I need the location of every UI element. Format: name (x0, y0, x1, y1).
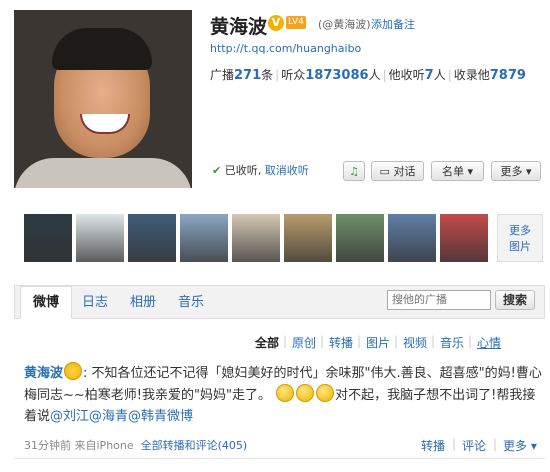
verified-badge-icon: V (268, 15, 284, 31)
photo-thumb[interactable] (440, 214, 488, 262)
following-count[interactable]: 7 (425, 68, 434, 83)
photo-thumb[interactable] (284, 214, 332, 262)
repost-link[interactable]: 转播 (421, 437, 445, 454)
search-button[interactable]: 搜索 (495, 290, 535, 310)
photo-thumb[interactable] (24, 214, 72, 262)
check-icon: ✔ (212, 164, 222, 177)
photo-thumb[interactable] (336, 214, 384, 262)
filter-video[interactable]: 视频 (403, 334, 427, 351)
emoticon-icon (316, 384, 335, 402)
mention-link[interactable]: @海青 (89, 409, 128, 424)
headphones-icon: ♫ (349, 165, 359, 178)
more-button[interactable]: 更多 ▾ (491, 161, 541, 181)
filter-mood[interactable]: 心情 (477, 334, 501, 351)
photo-thumb[interactable] (388, 214, 436, 262)
listeners-count[interactable]: 1873086 (305, 68, 368, 83)
filter-original[interactable]: 原创 (292, 334, 316, 351)
list-button[interactable]: 名单 ▾ (431, 161, 484, 181)
chevron-down-icon: ▾ (525, 165, 532, 178)
level-badge: LV4 (286, 16, 306, 29)
post-time[interactable]: 31分钟前 (24, 439, 71, 452)
tab-blog[interactable]: 日志 (82, 291, 108, 310)
chevron-down-icon: ▾ (467, 165, 474, 178)
broadcast-count[interactable]: 271 (234, 68, 261, 83)
post-author[interactable]: 黄海波 (24, 366, 63, 381)
chat-icon: ▭ (379, 165, 390, 178)
more-photos-button[interactable]: 更多 图片 (497, 214, 543, 262)
divider (14, 458, 545, 459)
photo-thumb[interactable] (128, 214, 176, 262)
search-input[interactable] (387, 290, 491, 310)
chat-button[interactable]: ▭ 对话 (371, 161, 424, 181)
filter-music[interactable]: 音乐 (440, 334, 464, 351)
post-source: 来自iPhone (74, 439, 134, 452)
emoticon-icon (296, 384, 315, 402)
filter-all[interactable]: 全部 (255, 334, 279, 351)
follow-status: ✔ 已收听, 取消收听 (212, 164, 309, 177)
all-comments-link[interactable]: 全部转播和评论(405) (141, 439, 248, 452)
headphones-button[interactable]: ♫ (343, 161, 365, 181)
verified-icon (64, 362, 83, 380)
photo-thumb[interactable] (180, 214, 228, 262)
tab-album[interactable]: 相册 (130, 291, 156, 310)
filter-repost[interactable]: 转播 (329, 334, 353, 351)
mention-link[interactable]: @刘江 (50, 409, 89, 424)
photo-thumb[interactable] (76, 214, 124, 262)
post-more-menu[interactable]: 更多 ▾ (503, 437, 537, 454)
filter-pictures[interactable]: 图片 (366, 334, 390, 351)
post-meta: 31分钟前 来自iPhone 全部转播和评论(405) (24, 437, 247, 453)
mention-link[interactable]: @韩青微博 (128, 409, 193, 424)
photo-thumb[interactable] (232, 214, 280, 262)
profile-stats: 广播271条 | 听众1873086人 | 他收听7人 | 收录他7879 (210, 68, 526, 83)
post-body: 黄海波: 不知各位还记不记得「媳妇美好的时代」余味那"伟大.善良、超喜感"的妈!… (24, 362, 544, 427)
profile-url[interactable]: http://t.qq.com/huanghaibo (210, 42, 361, 55)
emoticon-icon (276, 384, 295, 402)
collected-count[interactable]: 7879 (490, 68, 526, 83)
chevron-down-icon: ▾ (530, 439, 537, 453)
comment-link[interactable]: 评论 (462, 437, 486, 454)
profile-handle: (@黄海波) (318, 18, 371, 31)
tab-weibo[interactable]: 微博 (20, 286, 73, 319)
tab-music[interactable]: 音乐 (178, 291, 204, 310)
add-remark-link[interactable]: 添加备注 (371, 16, 415, 32)
avatar[interactable] (14, 10, 192, 188)
profile-name: 黄海波 (210, 16, 268, 38)
unfollow-link[interactable]: 取消收听 (265, 164, 309, 177)
